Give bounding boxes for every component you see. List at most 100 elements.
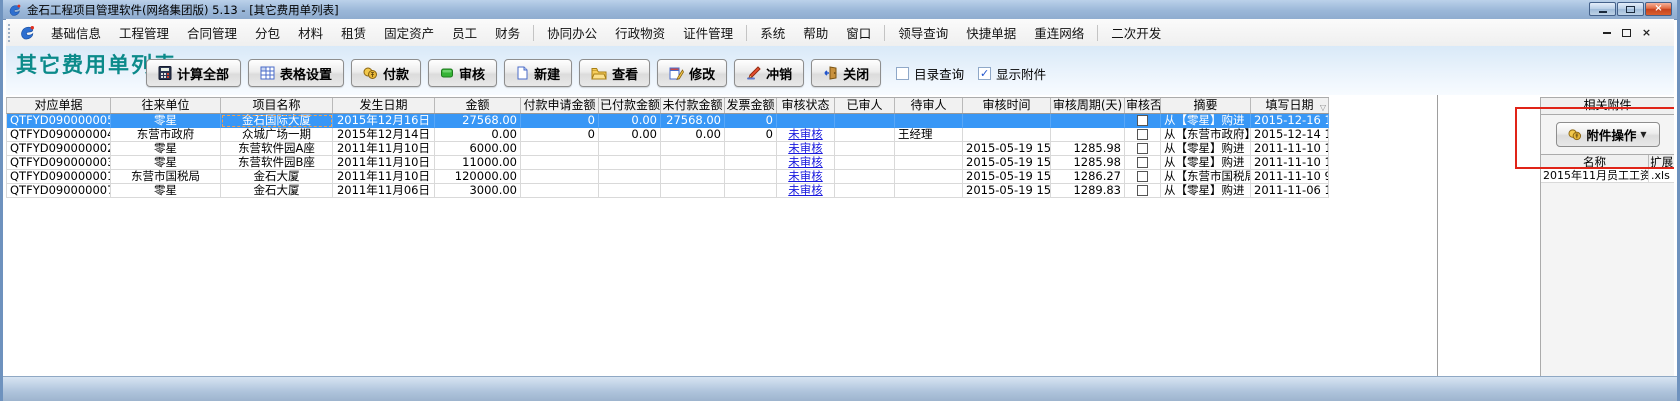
calc-all-button[interactable]: 计算全部 bbox=[146, 59, 241, 87]
menu-item-二次开发[interactable]: 二次开发 bbox=[1102, 19, 1170, 46]
column-header-pending_auditor[interactable]: 待审人 bbox=[895, 98, 963, 113]
mdi-restore-icon[interactable] bbox=[1621, 28, 1632, 38]
show-attachment-checkbox-wrap[interactable]: 显示附件 bbox=[978, 64, 1046, 83]
menu-item-协同办公[interactable]: 协同办公 bbox=[538, 19, 606, 46]
minimize-button[interactable] bbox=[1589, 2, 1616, 16]
cell-audit_checked[interactable] bbox=[1125, 128, 1161, 142]
audit-checkbox[interactable] bbox=[1137, 129, 1148, 140]
column-header-amount[interactable]: 金额 bbox=[435, 98, 521, 113]
table-row[interactable]: QTFYD090000004东营市政府众城广场一期2015年12月14日0.00… bbox=[6, 128, 1329, 142]
column-header-unit[interactable]: 往来单位 bbox=[111, 98, 221, 113]
table-row[interactable]: QTFYD090000003零星东营软件园B座2011年11月10日11000.… bbox=[6, 156, 1329, 170]
pay-button[interactable]: 付款 bbox=[351, 59, 421, 87]
menu-item-员工[interactable]: 员工 bbox=[443, 19, 486, 46]
button-label: 冲销 bbox=[766, 64, 792, 83]
audit-status-link[interactable]: 未审核 bbox=[788, 156, 823, 169]
menu-item-帮助[interactable]: 帮助 bbox=[794, 19, 837, 46]
menu-item-重连网络[interactable]: 重连网络 bbox=[1025, 19, 1093, 46]
menu-item-基础信息[interactable]: 基础信息 bbox=[42, 19, 110, 46]
writeoff-button[interactable]: 冲销 bbox=[734, 59, 804, 87]
column-header-project[interactable]: 项目名称 bbox=[221, 98, 333, 113]
attachment-column-ext[interactable]: 扩展名 bbox=[1649, 155, 1674, 168]
audit-checkbox[interactable] bbox=[1137, 157, 1148, 168]
column-header-unpaid[interactable]: 未付款金额 bbox=[661, 98, 725, 113]
attachment-actions-button[interactable]: 附件操作 ▼ bbox=[1556, 122, 1660, 147]
audit-checkbox[interactable] bbox=[1137, 115, 1148, 126]
menu-item-快捷单据[interactable]: 快捷单据 bbox=[957, 19, 1025, 46]
view-button[interactable]: 查看 bbox=[579, 59, 650, 87]
audit-status-link[interactable]: 未审核 bbox=[788, 128, 823, 141]
audit-checkbox[interactable] bbox=[1137, 185, 1148, 196]
menu-item-财务[interactable]: 财务 bbox=[486, 19, 529, 46]
audit-checkbox[interactable] bbox=[1137, 171, 1148, 182]
column-header-paid[interactable]: 已付款金额 bbox=[599, 98, 661, 113]
show-attachment-checkbox[interactable] bbox=[978, 67, 991, 80]
audit-status-link[interactable]: 未审核 bbox=[788, 170, 823, 183]
dir-query-checkbox[interactable] bbox=[896, 67, 909, 80]
menu-item-合同管理[interactable]: 合同管理 bbox=[178, 19, 246, 46]
menu-item-领导查询[interactable]: 领导查询 bbox=[889, 19, 957, 46]
button-label: 表格设置 bbox=[280, 64, 332, 83]
column-header-doc_no[interactable]: 对应单据 bbox=[7, 98, 111, 113]
audit-status-link[interactable]: 未审核 bbox=[788, 184, 823, 197]
table-row[interactable]: QTFYD090000001东营市国税局金石大厦2011年11月10日12000… bbox=[6, 170, 1329, 184]
column-header-audit_checked[interactable]: 审核否 bbox=[1125, 98, 1161, 113]
column-header-label: 审核时间 bbox=[982, 98, 1030, 112]
table-row[interactable]: QTFYD090000005零星金石国际大厦2015年12月16日27568.0… bbox=[6, 114, 1329, 128]
cell-audit_checked[interactable] bbox=[1125, 114, 1161, 128]
menu-item-窗口[interactable]: 窗口 bbox=[837, 19, 880, 46]
toolbar-band: 其它费用单列表 计算全部 表格设置 付款 审核 新建 bbox=[6, 46, 1674, 95]
attachment-row[interactable]: 2015年11月员工工资 .xls bbox=[1541, 169, 1674, 183]
audit-button[interactable]: 审核 bbox=[428, 59, 497, 87]
dir-query-checkbox-wrap[interactable]: 目录查询 bbox=[896, 64, 964, 83]
menu-item-系统[interactable]: 系统 bbox=[751, 19, 794, 46]
cell-fill_date: 2011-11-10 16 bbox=[1251, 142, 1329, 156]
title-bar: 金石工程项目管理软件(网络集团版) 5.13 - [其它费用单列表] × bbox=[3, 0, 1677, 20]
column-header-fill_date[interactable]: 填写日期▽ bbox=[1251, 98, 1329, 113]
menu-item-分包[interactable]: 分包 bbox=[246, 19, 289, 46]
column-header-pay_request[interactable]: 付款申请金额 bbox=[521, 98, 599, 113]
menu-item-材料[interactable]: 材料 bbox=[289, 19, 332, 46]
table-row[interactable]: QTFYD090000007零星金石大厦2011年11月06日3000.00未审… bbox=[6, 184, 1329, 198]
cell-audit_status[interactable]: 未审核 bbox=[777, 142, 835, 156]
cell-audit_status[interactable]: 未审核 bbox=[777, 170, 835, 184]
cell-paid bbox=[599, 156, 661, 170]
cell-audit_status[interactable]: 未审核 bbox=[777, 128, 835, 142]
audit-status-link[interactable]: 未审核 bbox=[788, 142, 823, 155]
cell-fill_date: 2011-11-10 16 bbox=[1251, 156, 1329, 170]
cell-summary: 从【零星】购进【员工 bbox=[1161, 114, 1251, 128]
menu-item-工程管理[interactable]: 工程管理 bbox=[110, 19, 178, 46]
toolbar-grip[interactable] bbox=[8, 24, 13, 42]
panel-splitter[interactable] bbox=[1437, 95, 1438, 377]
column-header-date[interactable]: 发生日期 bbox=[333, 98, 435, 113]
cell-audit_status[interactable]: 未审核 bbox=[777, 184, 835, 198]
table-row[interactable]: QTFYD090000002零星东营软件园A座2011年11月10日6000.0… bbox=[6, 142, 1329, 156]
table-settings-button[interactable]: 表格设置 bbox=[248, 59, 344, 87]
new-button[interactable]: 新建 bbox=[504, 59, 572, 87]
menu-item-租赁[interactable]: 租赁 bbox=[332, 19, 375, 46]
close-window-button[interactable]: 关闭 bbox=[811, 59, 881, 87]
modify-button[interactable]: 修改 bbox=[657, 59, 727, 87]
column-header-audit_time[interactable]: 审核时间 bbox=[963, 98, 1051, 113]
cell-audit_checked[interactable] bbox=[1125, 156, 1161, 170]
close-button[interactable]: × bbox=[1645, 2, 1672, 16]
cell-audited_by bbox=[835, 114, 895, 128]
cell-audit_checked[interactable] bbox=[1125, 184, 1161, 198]
menu-item-行政物资[interactable]: 行政物资 bbox=[606, 19, 674, 46]
column-header-invoice[interactable]: 发票金额 bbox=[725, 98, 777, 113]
column-header-audit_cycle_days[interactable]: 审核周期(天) bbox=[1051, 98, 1125, 113]
column-header-audited_by[interactable]: 已审人 bbox=[835, 98, 895, 113]
cell-audit_status[interactable]: 未审核 bbox=[777, 156, 835, 170]
column-header-audit_status[interactable]: 审核状态 bbox=[777, 98, 835, 113]
mdi-minimize-icon[interactable] bbox=[1601, 28, 1612, 38]
attachment-column-name[interactable]: 名称 bbox=[1541, 155, 1649, 168]
menu-item-证件管理[interactable]: 证件管理 bbox=[674, 19, 742, 46]
audit-checkbox[interactable] bbox=[1137, 143, 1148, 154]
cell-audit_checked[interactable] bbox=[1125, 142, 1161, 156]
cell-audit_checked[interactable] bbox=[1125, 170, 1161, 184]
cell-unpaid bbox=[661, 184, 725, 198]
mdi-close-icon[interactable]: × bbox=[1641, 28, 1652, 38]
menu-item-固定资产[interactable]: 固定资产 bbox=[375, 19, 443, 46]
column-header-summary[interactable]: 摘要 bbox=[1161, 98, 1251, 113]
maximize-button[interactable] bbox=[1617, 2, 1644, 16]
